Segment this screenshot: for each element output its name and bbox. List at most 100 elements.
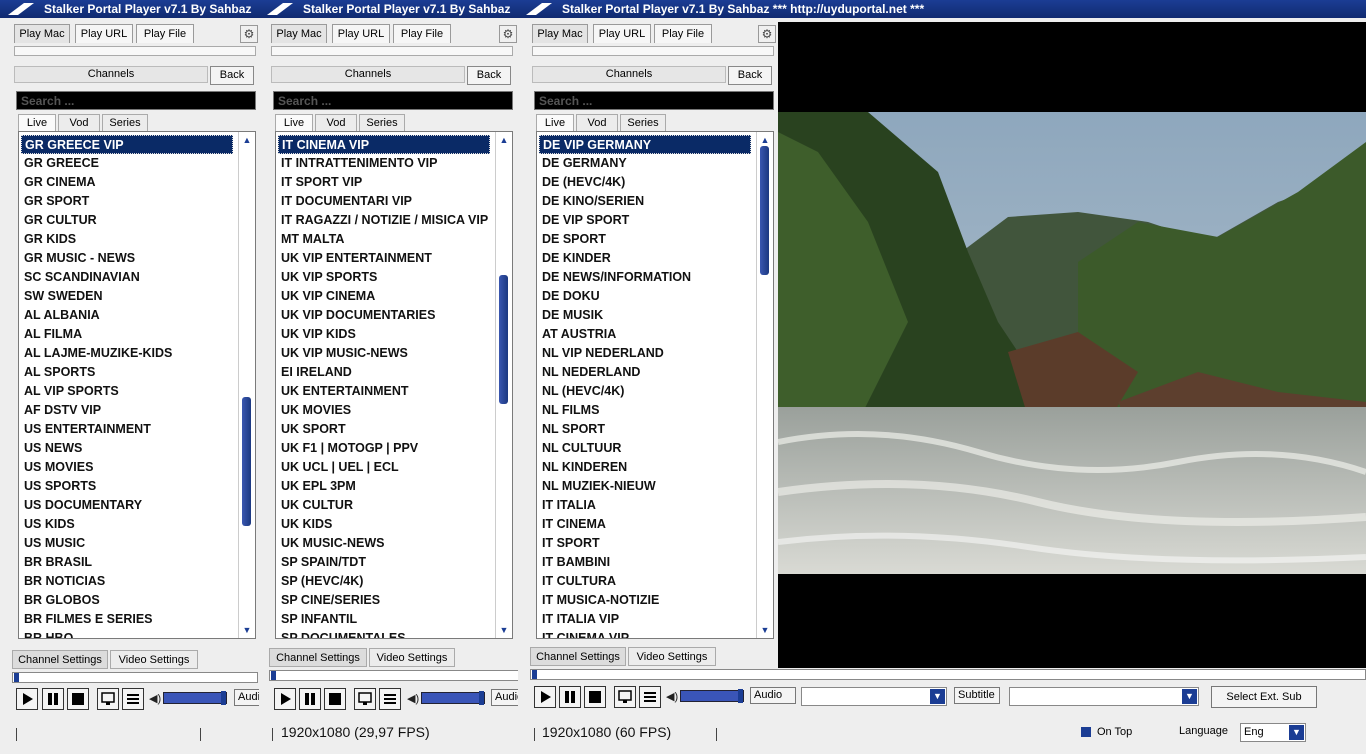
list-item[interactable]: US SPORTS — [24, 477, 234, 496]
channel-list[interactable]: SP DOCUMENTALES SP INFANTIL SP CINE/SERIES… — [275, 131, 513, 639]
language-dropdown[interactable]: Eng ▼ — [1240, 723, 1306, 742]
tab-play-file[interactable]: Play File — [136, 24, 194, 43]
list-item[interactable]: UK ENTERTAINMENT — [281, 382, 491, 401]
list-item[interactable]: GR KIDS — [24, 230, 234, 249]
list-item[interactable]: DE NEWS/INFORMATION — [542, 268, 752, 287]
list-item[interactable]: UK VIP MUSIC-NEWS — [281, 344, 491, 363]
list-item[interactable]: NL NEDERLAND — [542, 363, 752, 382]
audio-track-dropdown[interactable]: ▼ — [801, 687, 947, 706]
list-item[interactable]: UK VIP KIDS — [281, 325, 491, 344]
list-item[interactable]: AL ALBANIA — [24, 306, 234, 325]
scroll-up-icon[interactable]: ▲ — [241, 134, 253, 146]
list-item[interactable]: EI IRELAND — [281, 363, 491, 382]
subtab-series[interactable]: Series — [359, 114, 405, 131]
list-item[interactable]: UK F1 | MOTOGP | PPV — [281, 439, 491, 458]
subtitle-dropdown[interactable]: ▼ — [1009, 687, 1199, 706]
list-item-selected[interactable]: DE VIP GERMANY — [539, 135, 751, 154]
list-item[interactable]: BR FILMES E SERIES — [24, 610, 234, 629]
tab-play-mac[interactable]: Play Mac — [532, 24, 588, 43]
tab-video-settings[interactable]: Video Settings — [110, 650, 198, 669]
back-button[interactable]: Back — [210, 66, 254, 85]
scroll-down-icon[interactable]: ▼ — [498, 624, 510, 636]
volume-knob[interactable] — [479, 691, 484, 705]
list-item[interactable]: AF DSTV VIP — [24, 401, 234, 420]
list-item[interactable]: UK VIP SPORTS — [281, 268, 491, 287]
settings-gear-icon[interactable]: ⚙ — [758, 25, 776, 43]
scroll-down-icon[interactable]: ▼ — [759, 624, 771, 636]
list-item[interactable]: NL (HEVC/4K) — [542, 382, 752, 401]
volume-slider[interactable] — [163, 691, 227, 705]
tab-play-mac[interactable]: Play Mac — [14, 24, 70, 43]
fullscreen-button[interactable] — [354, 688, 376, 710]
channel-list-scrollbar[interactable]: ▲ ▼ — [756, 132, 773, 638]
list-item[interactable]: UK CULTUR — [281, 496, 491, 515]
list-item[interactable]: NL SPORT — [542, 420, 752, 439]
play-button[interactable] — [534, 686, 556, 708]
seek-bar[interactable] — [12, 672, 258, 683]
subtab-vod[interactable]: Vod — [576, 114, 618, 131]
list-item[interactable]: NL VIP NEDERLAND — [542, 344, 752, 363]
list-item[interactable]: IT ITALIA — [542, 496, 752, 515]
list-item[interactable]: IT DOCUMENTARI VIP — [281, 192, 491, 211]
list-item[interactable]: DE MUSIK — [542, 306, 752, 325]
list-item[interactable]: UK EPL 3PM — [281, 477, 491, 496]
list-item[interactable]: BR BRASIL — [24, 553, 234, 572]
list-item[interactable]: BR GLOBOS — [24, 591, 234, 610]
channel-list[interactable]: BR HBO BR FILMES E SERIES BR GLOBOS BR NOTI… — [18, 131, 256, 639]
channel-list-scrollbar[interactable]: ▲ ▼ — [238, 132, 255, 638]
list-item[interactable]: SP SPAIN/TDT — [281, 553, 491, 572]
title-bar[interactable]: Stalker Portal Player v7.1 By Sahbaz — [0, 0, 260, 18]
list-item[interactable]: US MOVIES — [24, 458, 234, 477]
list-item[interactable]: US KIDS — [24, 515, 234, 534]
playlist-button[interactable] — [122, 688, 144, 710]
channel-list-scrollbar[interactable]: ▲ ▼ — [495, 132, 512, 638]
subtab-series[interactable]: Series — [620, 114, 666, 131]
list-item[interactable]: GR CINEMA — [24, 173, 234, 192]
list-item[interactable]: IT ITALIA VIP — [542, 610, 752, 629]
scrollbar-thumb[interactable] — [242, 397, 251, 526]
seek-knob[interactable] — [532, 670, 537, 679]
list-item[interactable]: UK KIDS — [281, 515, 491, 534]
pause-button[interactable] — [42, 688, 64, 710]
list-item[interactable]: UK MOVIES — [281, 401, 491, 420]
list-item[interactable]: US NEWS — [24, 439, 234, 458]
list-item[interactable]: SP INFANTIL — [281, 610, 491, 629]
list-item[interactable]: AL SPORTS — [24, 363, 234, 382]
subtab-live[interactable]: Live — [536, 114, 574, 131]
list-item-selected[interactable]: GR GREECE VIP — [21, 135, 233, 154]
list-item[interactable]: GR SPORT — [24, 192, 234, 211]
list-item[interactable]: BR NOTICIAS — [24, 572, 234, 591]
fullscreen-button[interactable] — [614, 686, 636, 708]
fullscreen-button[interactable] — [97, 688, 119, 710]
list-item[interactable]: DE SPORT — [542, 230, 752, 249]
volume-slider[interactable] — [680, 689, 744, 703]
chevron-down-icon[interactable]: ▼ — [1182, 689, 1197, 704]
volume-knob[interactable] — [221, 691, 226, 705]
list-item[interactable]: DE KINDER — [542, 249, 752, 268]
list-item[interactable]: IT BAMBINI — [542, 553, 752, 572]
tab-play-mac[interactable]: Play Mac — [271, 24, 327, 43]
tab-play-url[interactable]: Play URL — [75, 24, 133, 43]
list-item[interactable]: UK VIP DOCUMENTARIES — [281, 306, 491, 325]
subtab-live[interactable]: Live — [275, 114, 313, 131]
list-item[interactable]: AT AUSTRIA — [542, 325, 752, 344]
list-item[interactable]: SP CINE/SERIES — [281, 591, 491, 610]
tab-play-file[interactable]: Play File — [654, 24, 712, 43]
seek-bar[interactable] — [269, 670, 519, 681]
search-input[interactable]: Search ... — [273, 91, 513, 110]
play-button[interactable] — [16, 688, 38, 710]
list-item[interactable]: IT MUSICA-NOTIZIE — [542, 591, 752, 610]
scroll-down-icon[interactable]: ▼ — [241, 624, 253, 636]
scroll-up-icon[interactable]: ▲ — [498, 134, 510, 146]
list-item[interactable]: NL FILMS — [542, 401, 752, 420]
list-item[interactable]: NL MUZIEK-NIEUW — [542, 477, 752, 496]
channel-list[interactable]: IT CINEMA VIP IT ITALIA VIP IT MUSICA-NOTI… — [536, 131, 774, 639]
play-button[interactable] — [274, 688, 296, 710]
seek-knob[interactable] — [14, 673, 19, 682]
list-item[interactable]: NL KINDEREN — [542, 458, 752, 477]
subtab-live[interactable]: Live — [18, 114, 56, 131]
chevron-down-icon[interactable]: ▼ — [930, 689, 945, 704]
seek-knob[interactable] — [271, 671, 276, 680]
list-item[interactable]: DE DOKU — [542, 287, 752, 306]
stop-button[interactable] — [584, 686, 606, 708]
